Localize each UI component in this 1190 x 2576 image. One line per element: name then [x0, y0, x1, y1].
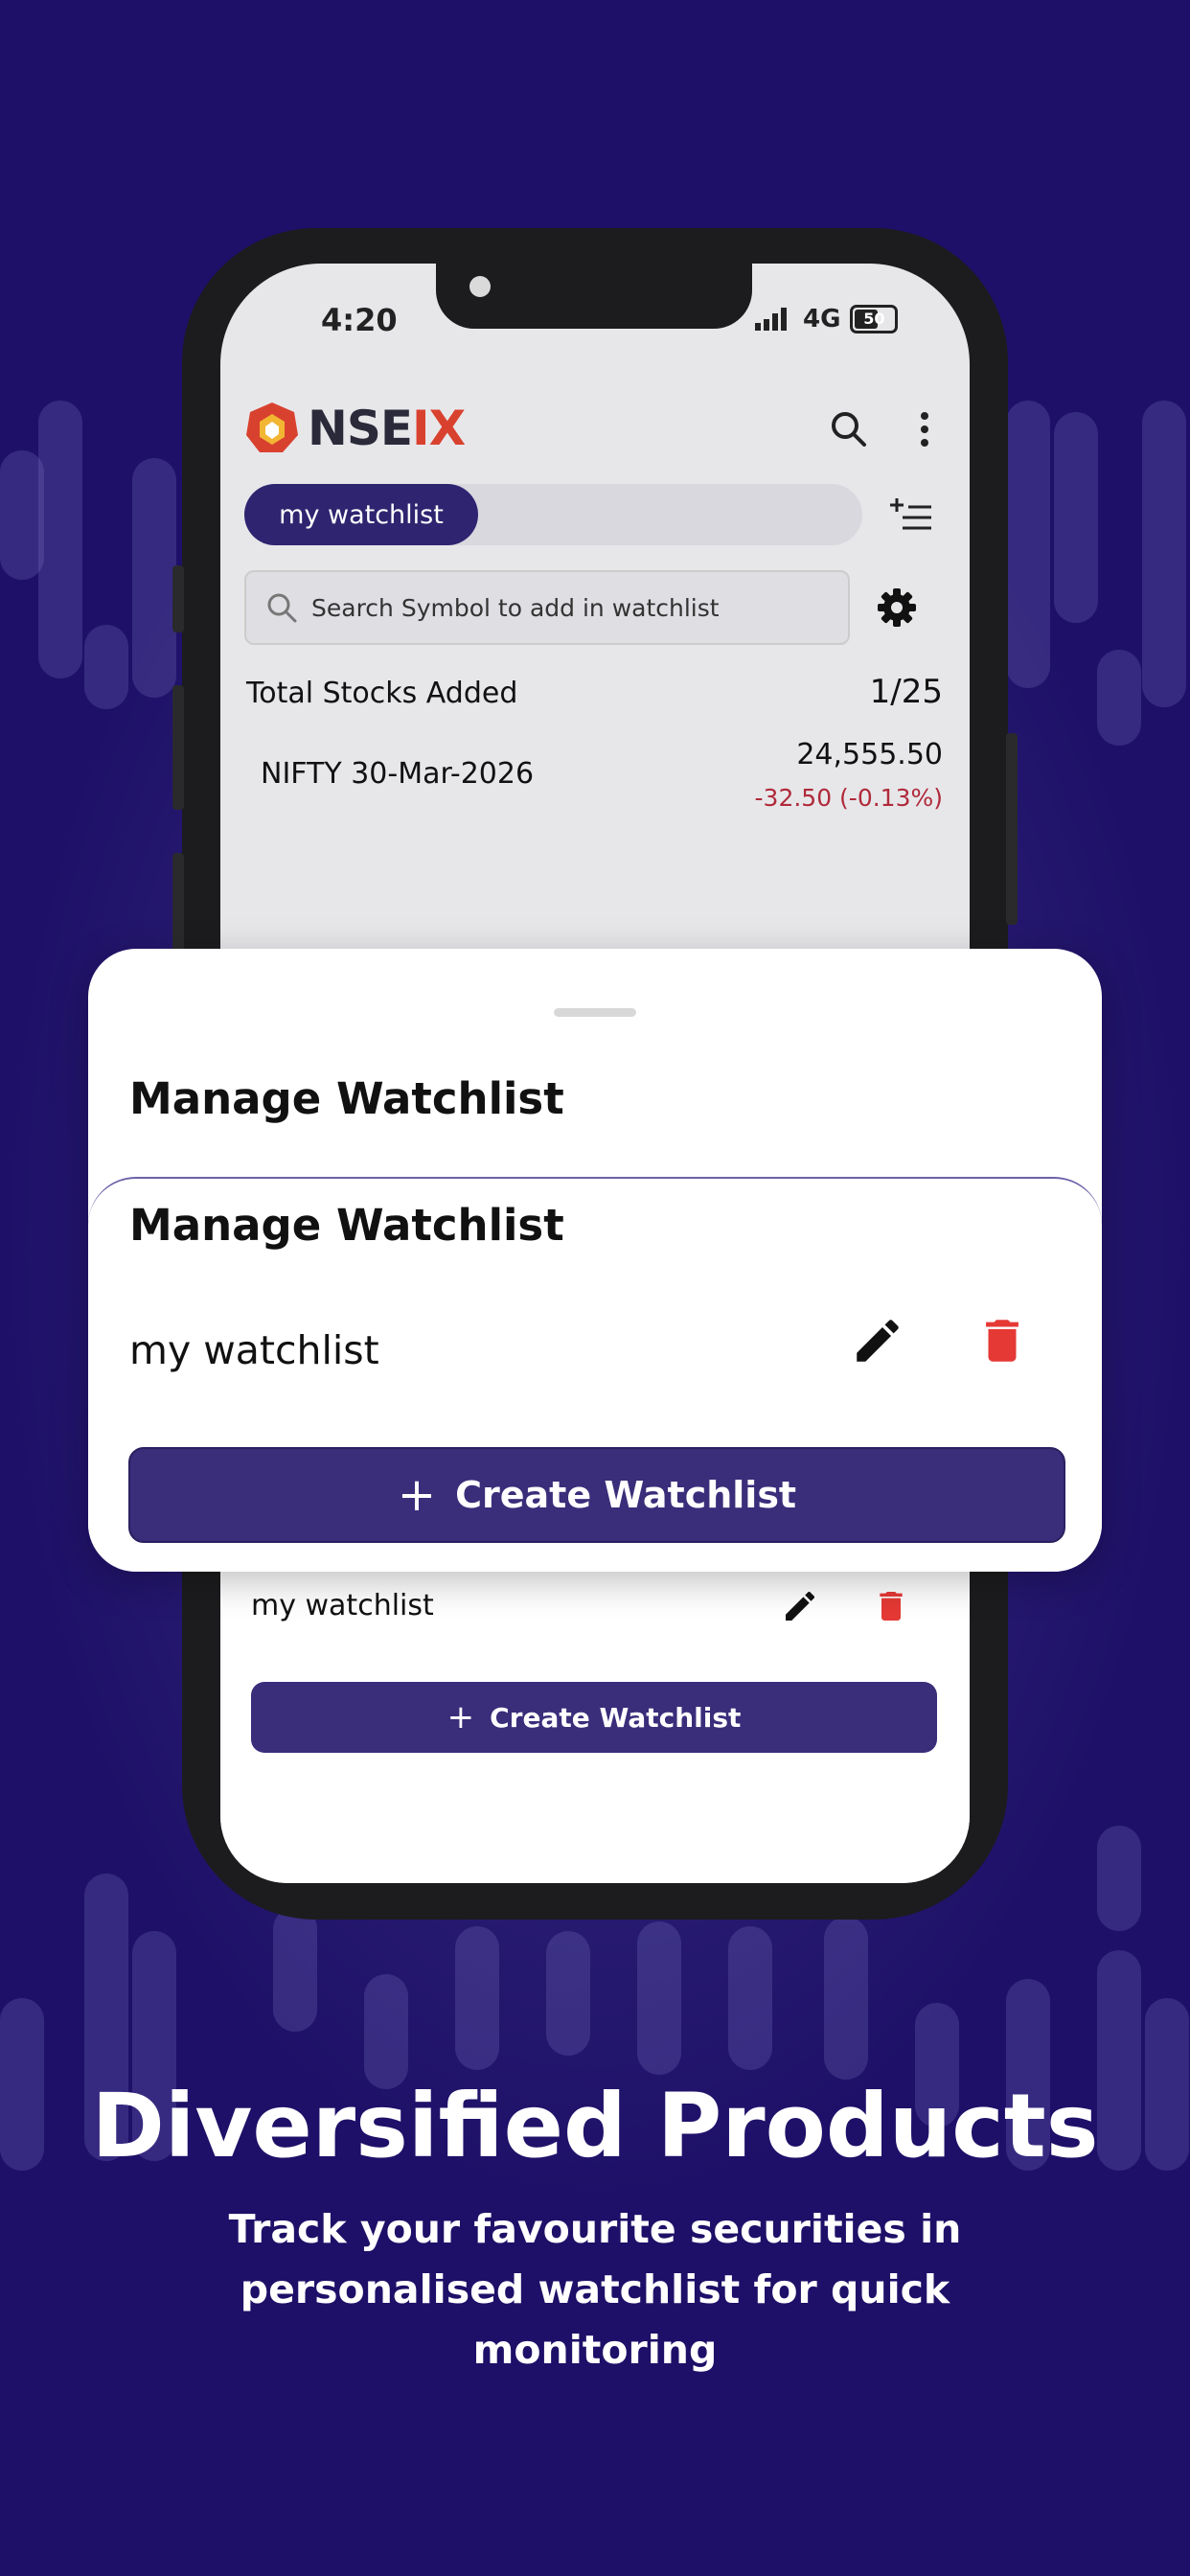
screen-create-watchlist-button[interactable]: + Create Watchlist — [251, 1682, 937, 1753]
nseix-logo: NSEIX — [244, 401, 466, 456]
search-icon — [267, 593, 297, 623]
plus-icon: + — [397, 1468, 437, 1522]
tab-my-watchlist[interactable]: my watchlist — [244, 484, 478, 545]
watchlist-name[interactable]: my watchlist — [129, 1327, 379, 1373]
stock-name[interactable]: NIFTY 30-Mar-2026 — [261, 757, 534, 791]
bg-pill — [728, 1926, 772, 2070]
create-watchlist-label: Create Watchlist — [455, 1474, 797, 1516]
settings-gear-icon[interactable] — [876, 586, 918, 629]
edit-pencil-icon[interactable] — [850, 1313, 905, 1368]
bg-pill — [1097, 1826, 1141, 1931]
bg-pill — [132, 458, 176, 698]
battery-icon: 50 — [850, 305, 899, 334]
promo-subline: Track your favourite securities in perso… — [228, 2206, 962, 2373]
phone-side-button — [172, 565, 184, 632]
battery-level: 50 — [863, 310, 885, 328]
logo-text: NSEIX — [308, 401, 466, 456]
search-icon[interactable] — [830, 410, 868, 448]
delete-trash-icon[interactable] — [974, 1313, 1030, 1368]
signal-icon — [755, 308, 787, 331]
plus-icon: + — [446, 1698, 475, 1736]
total-stocks-value: 1/25 — [869, 673, 943, 711]
bg-pill — [1006, 401, 1050, 688]
add-list-icon[interactable] — [889, 496, 933, 535]
stock-price: 24,555.50 — [796, 738, 943, 771]
logo-text-nse: NSE — [308, 401, 413, 456]
card-title: Manage Watchlist — [129, 1200, 564, 1251]
phone-side-button — [1006, 733, 1018, 925]
bg-pill — [455, 1926, 499, 2070]
status-time: 4:20 — [321, 302, 398, 338]
logo-text-ix: IX — [412, 401, 466, 456]
status-indicators: 4G 50 — [755, 305, 899, 334]
promo-canvas: 4:20 4G 50 NSEIX my watchlist Search Sym… — [0, 0, 1190, 2576]
sheet-drag-handle[interactable] — [554, 1008, 636, 1017]
screen-watchlist-name[interactable]: my watchlist — [251, 1589, 434, 1622]
bg-pill — [1142, 401, 1186, 707]
search-input[interactable]: Search Symbol to add in watchlist — [244, 570, 850, 645]
bg-pill — [364, 1974, 408, 2089]
screen-create-watchlist-label: Create Watchlist — [490, 1701, 742, 1734]
more-vert-icon[interactable] — [915, 410, 934, 448]
promo-headline: Diversified Products — [91, 2075, 1099, 2177]
manage-watchlist-card: Manage Watchlist my watchlist + Create W… — [88, 1177, 1102, 1572]
create-watchlist-button[interactable]: + Create Watchlist — [128, 1447, 1065, 1543]
bg-pill — [824, 1917, 868, 2080]
phone-side-button — [172, 685, 184, 810]
delete-trash-icon[interactable] — [872, 1587, 910, 1625]
search-placeholder: Search Symbol to add in watchlist — [311, 593, 720, 622]
logo-mark-icon — [246, 402, 298, 452]
bg-pill — [38, 401, 82, 678]
total-stocks-label: Total Stocks Added — [246, 677, 518, 710]
sheet-title: Manage Watchlist — [129, 1073, 564, 1124]
manage-watchlist-sheet: Manage Watchlist Manage Watchlist my wat… — [88, 949, 1102, 1572]
stock-change: -32.50 (-0.13%) — [754, 784, 943, 812]
bg-pill — [1054, 412, 1098, 623]
camera-icon — [469, 276, 491, 297]
bg-pill — [273, 1907, 317, 2032]
bg-pill — [84, 625, 128, 709]
bg-pill — [546, 1931, 590, 2056]
bg-pill — [1097, 650, 1141, 746]
network-label: 4G — [803, 305, 841, 334]
bg-pill — [637, 1921, 681, 2075]
edit-pencil-icon[interactable] — [781, 1587, 819, 1625]
